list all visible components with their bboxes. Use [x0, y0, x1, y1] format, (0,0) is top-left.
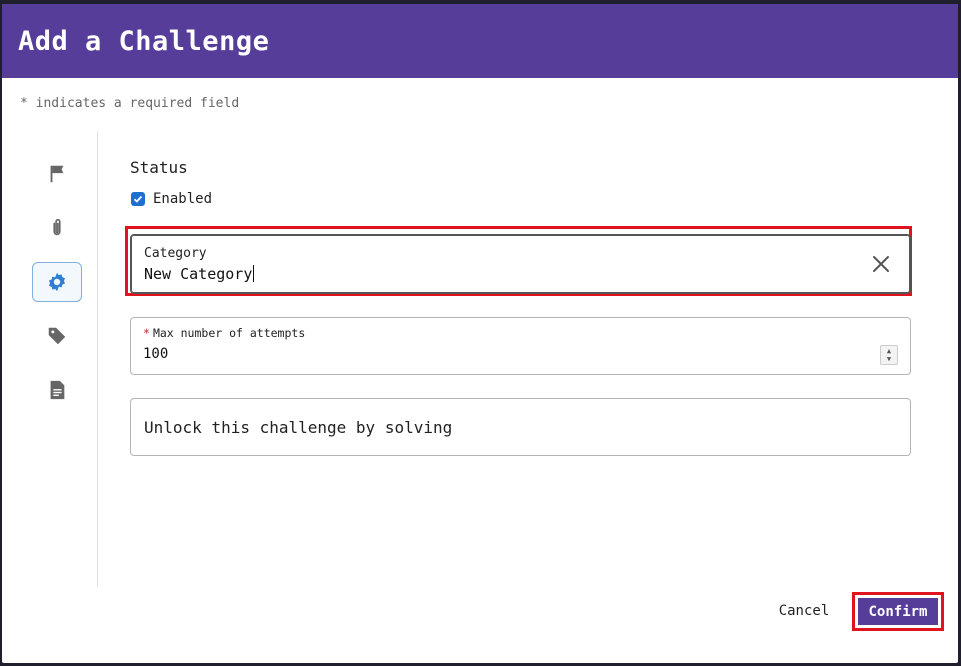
enabled-label: Enabled	[153, 191, 213, 207]
required-star: *	[143, 326, 150, 340]
max-attempts-value: 100	[143, 346, 169, 362]
tag-icon	[48, 327, 66, 345]
number-stepper[interactable]: ▲ ▼	[880, 345, 898, 365]
category-value-wrap: New Category	[144, 265, 255, 283]
enabled-checkbox[interactable]	[131, 192, 145, 206]
section-sidebar	[32, 154, 82, 424]
close-icon	[873, 256, 889, 272]
document-icon	[50, 380, 65, 400]
sidebar-divider	[97, 131, 98, 587]
paperclip-icon	[53, 218, 61, 236]
unlock-label: Unlock this challenge by solving	[144, 418, 453, 437]
max-attempts-label: Max number of attempts	[152, 326, 306, 340]
cancel-button[interactable]: Cancel	[774, 597, 834, 625]
gear-icon	[49, 272, 65, 292]
sidebar-item-settings[interactable]	[32, 262, 82, 302]
stepper-down-icon[interactable]: ▼	[887, 355, 891, 363]
sidebar-item-attachments[interactable]	[32, 208, 82, 248]
max-attempts-label-wrap: * Max number of attempts	[143, 326, 305, 340]
max-attempts-field[interactable]: * Max number of attempts 100 ▲ ▼	[130, 317, 911, 375]
sidebar-item-tags[interactable]	[32, 316, 82, 356]
enabled-checkbox-row[interactable]: Enabled	[131, 191, 212, 207]
status-heading: Status	[130, 158, 188, 177]
dialog-header: Add a Challenge	[2, 4, 958, 78]
category-input[interactable]: Category New Category	[130, 234, 911, 294]
sidebar-item-details[interactable]	[32, 370, 82, 410]
sidebar-item-flag[interactable]	[32, 154, 82, 194]
text-caret	[253, 265, 255, 282]
add-challenge-dialog: Add a Challenge * indicates a required f…	[2, 4, 958, 663]
check-icon	[133, 195, 143, 203]
required-field-note: * indicates a required field	[20, 96, 240, 111]
stepper-up-icon[interactable]: ▲	[887, 347, 891, 355]
confirm-button[interactable]: Confirm	[858, 598, 938, 625]
category-value: New Category	[144, 265, 253, 283]
unlock-prerequisites-select[interactable]: Unlock this challenge by solving	[130, 398, 911, 456]
flag-icon	[50, 165, 64, 183]
dialog-title: Add a Challenge	[18, 25, 270, 57]
category-label: Category	[144, 246, 207, 261]
clear-category-button[interactable]	[870, 253, 892, 275]
